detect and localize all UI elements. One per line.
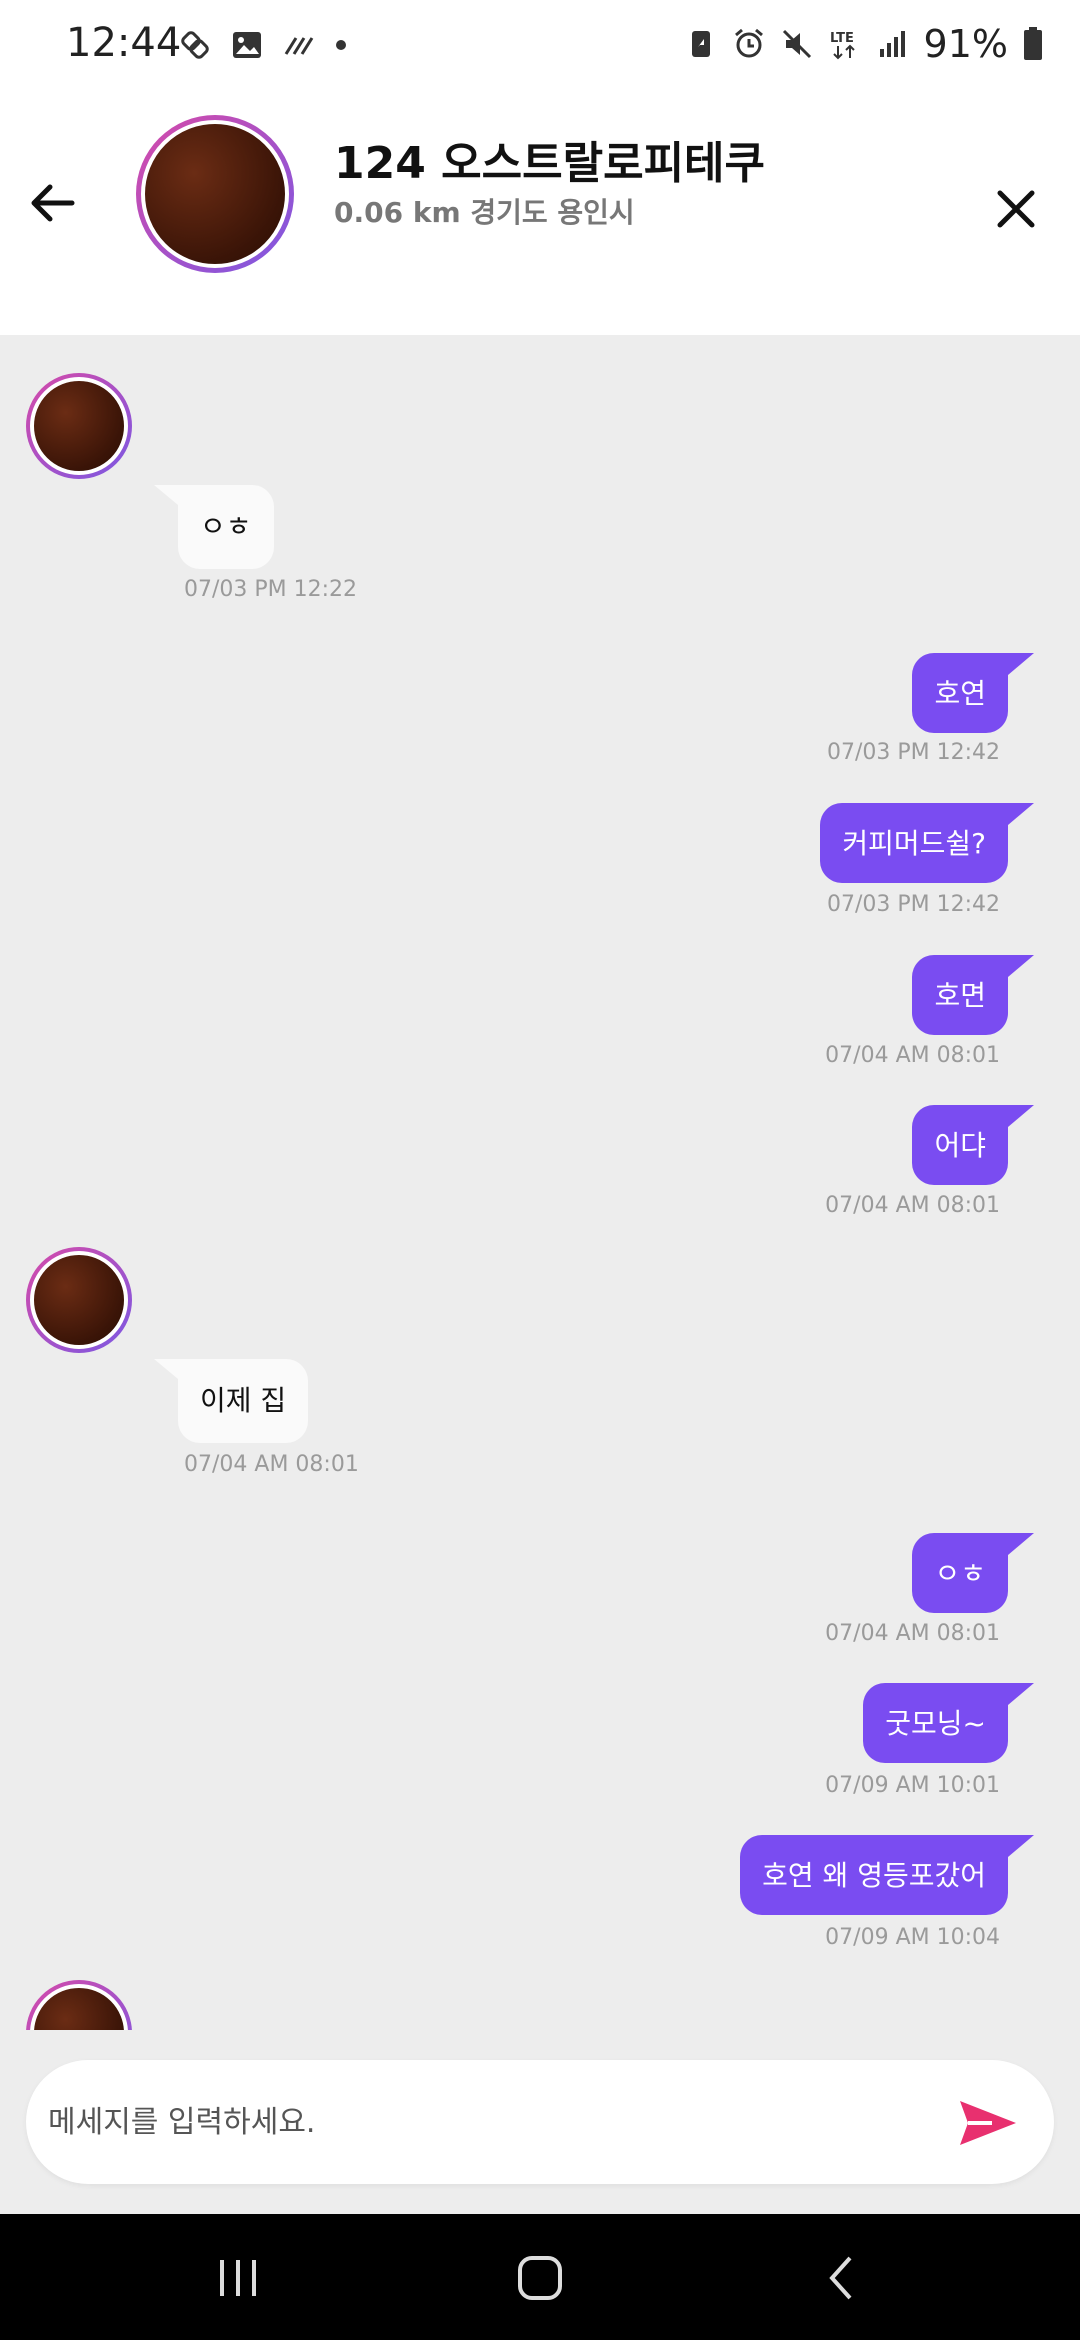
message-bubble-outgoing: 호연 왜 영등포갔어 bbox=[740, 1835, 1034, 1915]
recent-apps-button[interactable] bbox=[208, 2254, 268, 2302]
message-time: 07/03 PM 12:42 bbox=[826, 892, 1000, 917]
message-bubble-outgoing: 굿모닝~ bbox=[863, 1683, 1034, 1763]
lte-icon: LTE bbox=[830, 31, 855, 60]
battery-icon bbox=[1024, 27, 1042, 60]
message-bubble-outgoing: 호연 bbox=[912, 653, 1034, 733]
status-bar: 12:44 LTE 91% bbox=[0, 0, 1080, 95]
sender-avatar[interactable] bbox=[26, 373, 132, 479]
signal-icon bbox=[879, 31, 905, 57]
message-bubble-incoming: ㅇㅎ bbox=[154, 485, 274, 569]
back-nav-button[interactable] bbox=[812, 2254, 872, 2302]
sender-avatar[interactable] bbox=[26, 1980, 132, 2030]
status-notification-icons bbox=[178, 28, 348, 62]
message-bubble-outgoing: 호면 bbox=[912, 955, 1034, 1035]
battery-saver-icon bbox=[691, 31, 710, 57]
status-time: 12:44 bbox=[66, 20, 182, 66]
message-time: 07/04 AM 08:01 bbox=[184, 1452, 359, 1477]
message-bubble-outgoing: 어댜 bbox=[912, 1105, 1034, 1185]
chat-header: 124 오스트랄로피테쿠 0.06 km 경기도 용인시 bbox=[0, 95, 1080, 335]
back-button[interactable] bbox=[26, 175, 82, 231]
alarm-icon bbox=[734, 28, 763, 58]
message-list[interactable]: ㅇㅎ 07/03 PM 12:22 호연 07/03 PM 12:42 커피머드… bbox=[0, 335, 1080, 2030]
message-time: 07/03 PM 12:42 bbox=[826, 740, 1000, 765]
message-time-partial bbox=[993, 335, 1000, 346]
close-button[interactable] bbox=[992, 185, 1040, 233]
status-right-icons: LTE 91% bbox=[684, 22, 1044, 66]
message-composer bbox=[0, 2030, 1080, 2214]
gallery-icon bbox=[233, 32, 261, 58]
dot-icon bbox=[336, 40, 346, 50]
message-time: 07/04 AM 08:01 bbox=[825, 1621, 1000, 1646]
header-avatar[interactable] bbox=[136, 115, 294, 273]
message-time: 07/09 AM 10:01 bbox=[825, 1773, 1000, 1798]
sender-avatar[interactable] bbox=[26, 1247, 132, 1353]
svg-text:LTE: LTE bbox=[830, 31, 854, 46]
system-nav-bar bbox=[0, 2214, 1080, 2340]
link-icon bbox=[181, 31, 209, 59]
message-bubble-incoming: 이제 집 bbox=[153, 1359, 309, 1443]
home-button[interactable] bbox=[510, 2254, 570, 2302]
message-bubble-outgoing: 커피머드쉴? bbox=[820, 803, 1034, 883]
mute-icon bbox=[782, 29, 811, 59]
chat-subtitle: 0.06 km 경기도 용인시 bbox=[334, 196, 635, 229]
battery-percent: 91% bbox=[923, 22, 1008, 66]
message-time: 07/04 AM 08:01 bbox=[825, 1193, 1000, 1218]
message-time: 07/04 AM 08:01 bbox=[825, 1043, 1000, 1068]
signal-lines-icon bbox=[284, 37, 314, 55]
send-button[interactable] bbox=[958, 2098, 1018, 2148]
chat-title: 124 오스트랄로피테쿠 bbox=[334, 138, 766, 189]
message-input[interactable] bbox=[48, 2090, 948, 2154]
message-time: 07/09 AM 10:04 bbox=[825, 1925, 1000, 1950]
message-bubble-outgoing: ㅇㅎ bbox=[912, 1533, 1034, 1613]
message-time: 07/03 PM 12:22 bbox=[184, 577, 358, 602]
message-input-container bbox=[26, 2060, 1054, 2184]
